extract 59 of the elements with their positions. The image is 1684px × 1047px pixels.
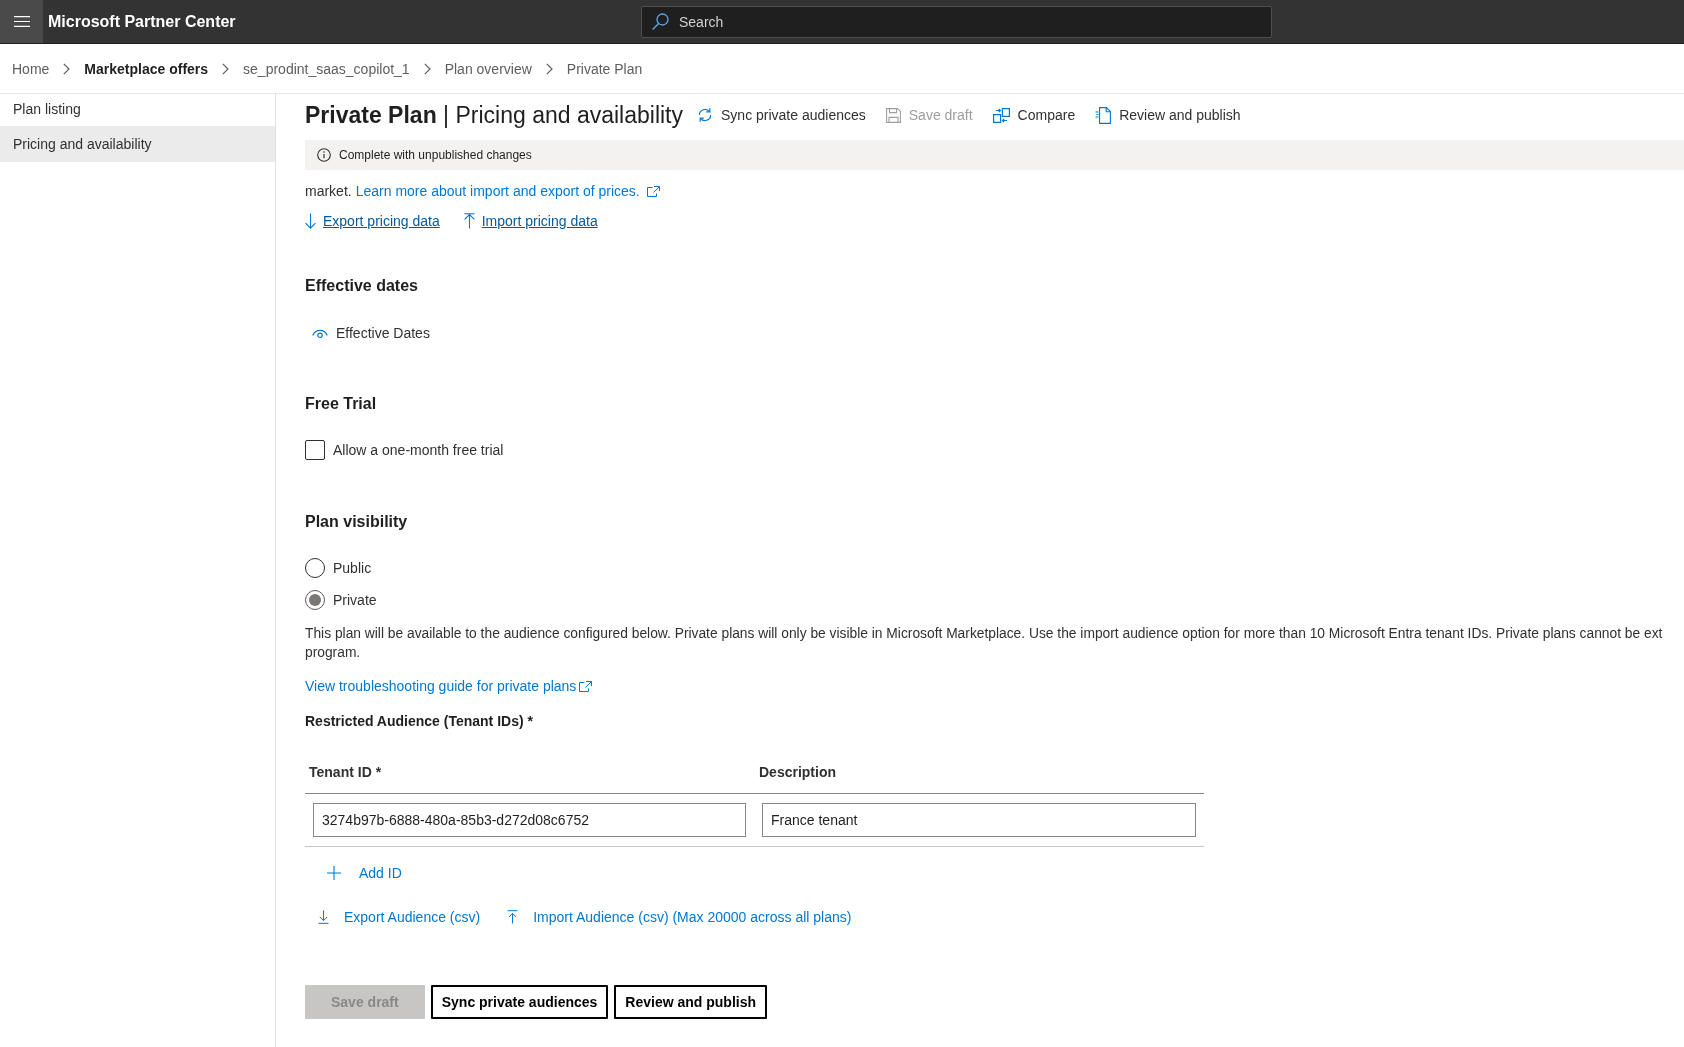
effective-dates-toggle[interactable]: Effective Dates [312,325,430,341]
app-title: Microsoft Partner Center [48,12,236,30]
chevron-icon [222,62,230,75]
plus-icon [327,866,341,880]
footer-button[interactable]: Sync private audiences [430,985,609,1019]
radio-label: Private [333,592,377,608]
toolbar-button[interactable]: Sync private audiences [695,101,868,129]
checkbox-label: Allow a one-month free trial [333,442,504,458]
chevron-icon [423,62,431,75]
pricing-action-link[interactable]: Export pricing data [305,213,440,229]
description-input[interactable]: France tenant [762,803,1196,837]
tenant-id-input[interactable]: 3274b97b-6888-480a-85b3-d272d08c6752 [313,803,746,837]
toolbar-button[interactable]: Compare [990,101,1078,129]
field-label: Restricted Audience (Tenant IDs) * [305,712,533,731]
learn-more-link[interactable]: Learn more about import and export of prices. [355,183,640,199]
breadcrumb-link[interactable]: Home [12,60,50,77]
upload-icon [463,213,475,229]
external-link-icon [646,185,660,197]
sidebar-item[interactable]: Pricing and availability [0,126,275,162]
page-title: Private Plan | Pricing and availability [305,101,683,130]
visibility-description: This plan will be available to the audience configured below. Private plans will only be visible in Microsoft Marketplace. Use the import audience option for more than 10 Microsoft Entra tenant IDs. Private plans cannot be ext [305,625,1663,643]
section-heading: Free Trial [305,394,377,414]
audience-csv-link[interactable]: Export Audience (csv) [318,909,481,925]
save-icon [885,107,901,123]
info-icon [317,148,331,162]
menu-button[interactable] [0,0,43,43]
column-header: Description [759,764,836,780]
radio-label: Public [333,560,372,576]
menu-icon [13,16,30,27]
toolbar-button[interactable]: Review and publish [1093,101,1243,129]
breadcrumb-link[interactable]: Marketplace offers [84,60,209,77]
search-field[interactable]: Search [641,5,1272,38]
search-icon [652,12,669,30]
sync-icon [697,107,713,123]
compare-icon [992,107,1010,123]
visibility-description: program. [305,644,361,662]
section-heading: Effective dates [305,276,418,296]
chevron-icon [63,62,71,75]
upload-icon [507,910,519,924]
breadcrumb-link[interactable]: Plan overview [444,60,532,77]
checkbox[interactable] [305,440,325,460]
download-icon [318,910,329,924]
troubleshooting-guide-link[interactable]: View troubleshooting guide for private plans [305,678,577,694]
external-link-icon [579,680,593,692]
status-text: Complete with unpublished changes [339,148,532,162]
document-icon [1095,106,1112,124]
pricing-action-link[interactable]: Import pricing data [463,213,598,229]
audience-csv-link[interactable]: Import Audience (csv) (Max 20000 across all plans) [507,909,852,925]
section-heading: Plan visibility [305,512,408,532]
chevron-icon [545,62,553,75]
add-id-link[interactable]: Add ID [327,865,402,881]
eye-icon [312,327,328,339]
breadcrumb-link[interactable]: se_prodint_saas_copilot_1 [243,60,410,77]
sidebar-item[interactable]: Plan listing [0,94,275,126]
column-header: Tenant ID * [309,764,382,780]
breadcrumb-link[interactable]: Private Plan [566,60,643,77]
pricing-description: market. [305,183,352,199]
download-icon [305,213,316,229]
footer-button[interactable]: Review and publish [614,985,768,1019]
